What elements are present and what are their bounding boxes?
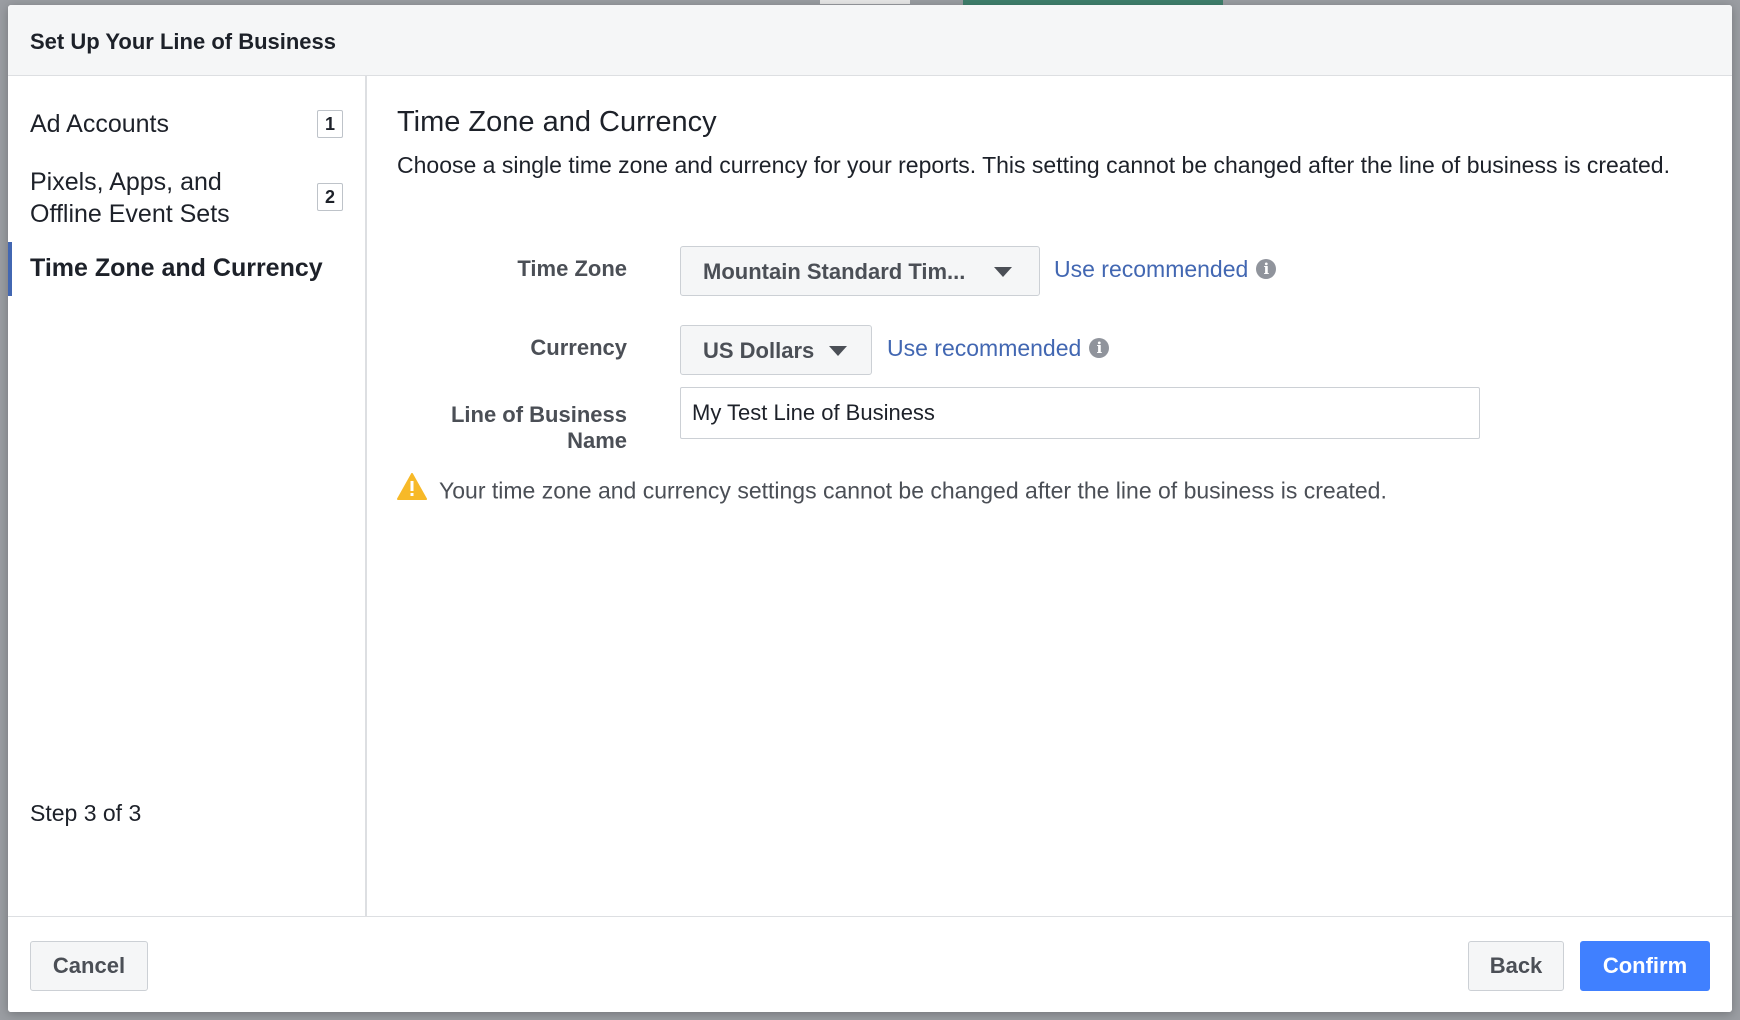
currency-use-recommended-link[interactable]: Use recommended i xyxy=(887,335,1110,362)
setup-modal: Set Up Your Line of Business Ad Accounts… xyxy=(8,5,1732,1012)
step-number-badge: 2 xyxy=(317,183,343,211)
time-zone-value: Mountain Standard Tim... xyxy=(703,259,966,284)
business-name-input[interactable] xyxy=(680,387,1480,439)
background-hint xyxy=(820,0,910,4)
time-zone-label: Time Zone xyxy=(517,256,627,281)
sidebar-item-label: Time Zone and Currency xyxy=(30,254,323,282)
warning-text: Your time zone and currency settings can… xyxy=(439,477,1387,504)
caret-down-icon xyxy=(829,346,847,356)
modal-title: Set Up Your Line of Business xyxy=(30,29,337,54)
time-zone-dropdown[interactable]: Mountain Standard Tim... xyxy=(680,246,1040,296)
back-button[interactable]: Back xyxy=(1468,941,1564,991)
modal-footer: Cancel Back Confirm xyxy=(8,916,1732,1012)
sidebar-item-label: Pixels, Apps, and Offline Event Sets xyxy=(30,168,230,228)
sidebar-item-pixels-apps[interactable]: Pixels, Apps, and Offline Event Sets 2 xyxy=(8,166,365,230)
step-counter: Step 3 of 3 xyxy=(30,800,142,826)
cancel-button[interactable]: Cancel xyxy=(30,941,148,991)
modal-header: Set Up Your Line of Business xyxy=(8,5,1732,76)
warning-message: Your time zone and currency settings can… xyxy=(397,473,1387,509)
confirm-button[interactable]: Confirm xyxy=(1580,941,1710,991)
section-title: Time Zone and Currency xyxy=(397,106,717,138)
section-description: Choose a single time zone and currency f… xyxy=(397,152,1670,178)
currency-label: Currency xyxy=(530,335,627,360)
currency-value: US Dollars xyxy=(703,338,815,363)
sidebar-item-label: Ad Accounts xyxy=(30,110,169,138)
caret-down-icon xyxy=(994,267,1012,277)
currency-dropdown[interactable]: US Dollars xyxy=(680,325,872,375)
step-sidebar: Ad Accounts 1 Pixels, Apps, and Offline … xyxy=(8,76,367,916)
info-icon[interactable]: i xyxy=(1256,258,1277,279)
sidebar-item-time-zone-currency[interactable]: Time Zone and Currency xyxy=(8,242,365,296)
time-zone-use-recommended-link[interactable]: Use recommended i xyxy=(1054,256,1277,283)
main-content: Time Zone and Currency Choose a single t… xyxy=(377,76,1717,916)
step-number-badge: 1 xyxy=(317,110,343,138)
use-recommended-label: Use recommended xyxy=(1054,256,1249,282)
info-icon[interactable]: i xyxy=(1089,337,1110,358)
use-recommended-label: Use recommended xyxy=(887,335,1082,361)
warning-icon xyxy=(397,473,427,506)
business-name-label: Line of Business Name xyxy=(450,402,627,453)
sidebar-item-ad-accounts[interactable]: Ad Accounts 1 xyxy=(8,108,365,140)
